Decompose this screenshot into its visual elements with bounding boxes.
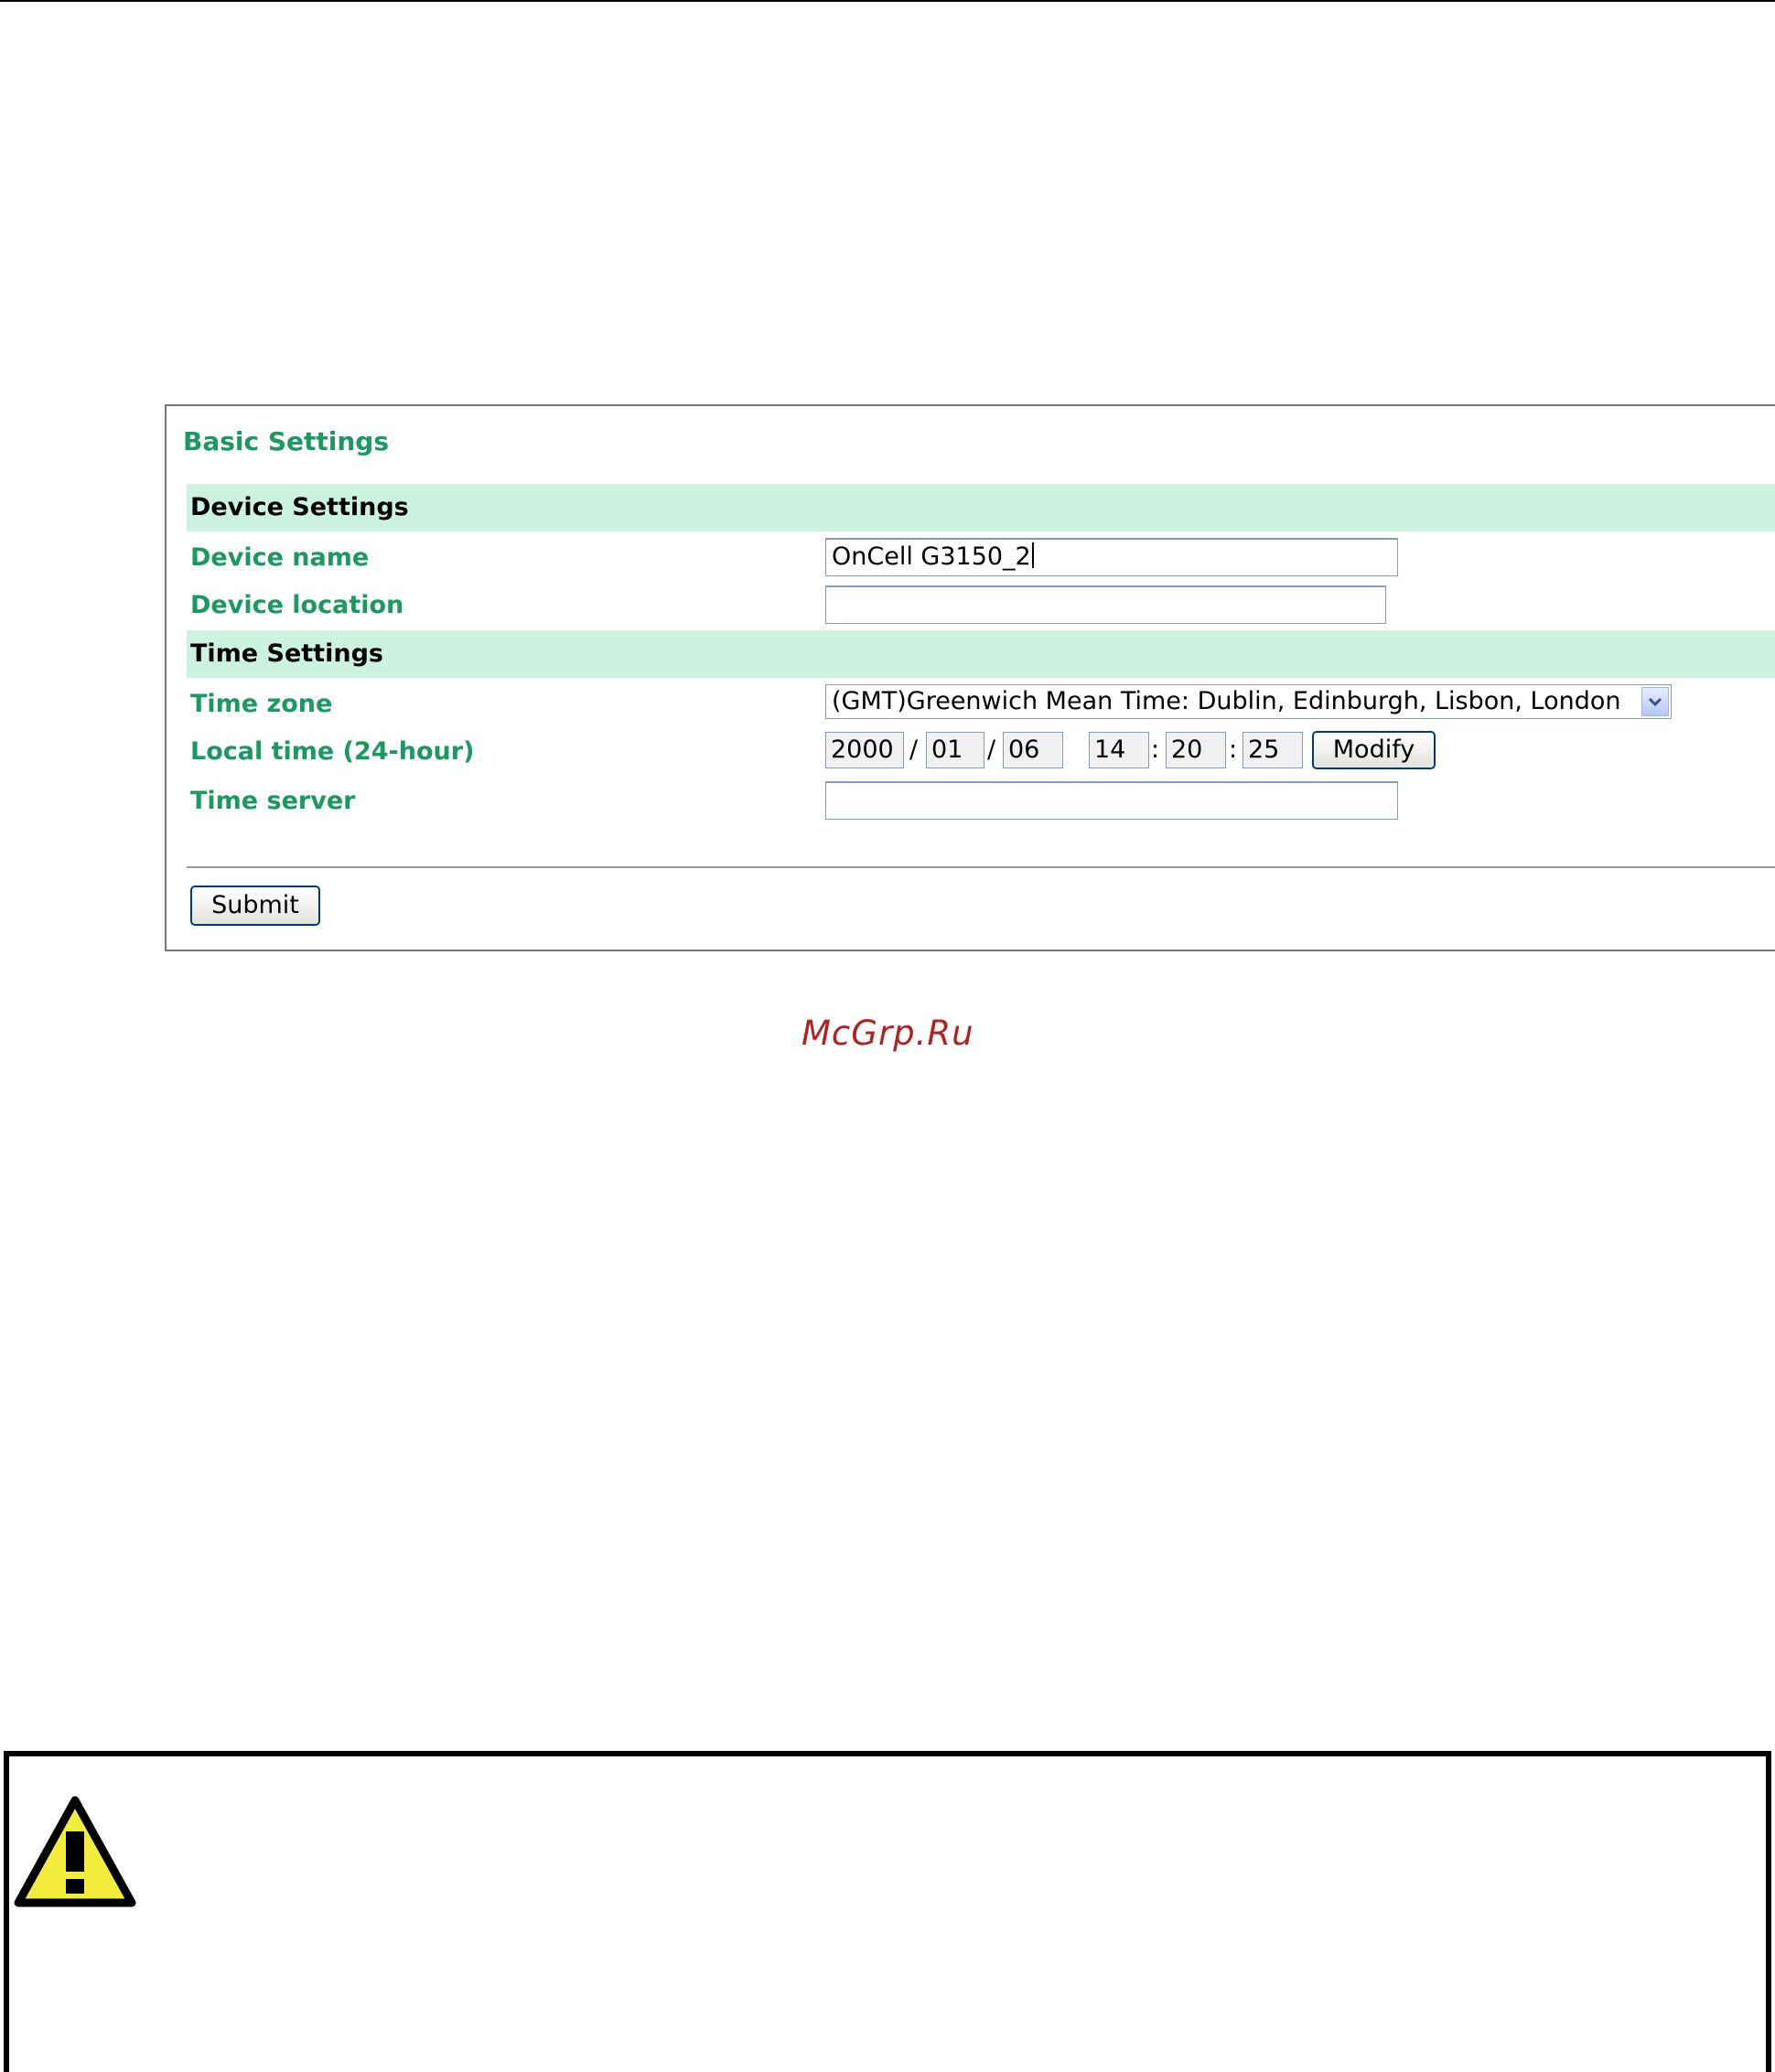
- top-rule: [0, 0, 1775, 2]
- year-field[interactable]: 2000: [825, 732, 904, 768]
- time-separator: :: [1151, 735, 1160, 764]
- device-name-value: OnCell G3150_2: [832, 542, 1031, 571]
- warning-box: [4, 1751, 1771, 2072]
- chevron-down-icon[interactable]: [1641, 687, 1669, 716]
- page-title: Basic Settings: [183, 426, 390, 456]
- section-title: Device Settings: [190, 493, 409, 521]
- basic-settings-panel: Basic Settings Device Settings Device na…: [165, 404, 1775, 951]
- date-separator: /: [987, 735, 996, 764]
- time-separator: :: [1229, 735, 1238, 764]
- minute-field[interactable]: 20: [1166, 732, 1226, 768]
- second-field[interactable]: 25: [1242, 732, 1303, 768]
- device-name-input[interactable]: OnCell G3150_2: [825, 538, 1398, 576]
- device-location-input[interactable]: [825, 585, 1386, 624]
- date-separator: /: [909, 735, 919, 764]
- device-location-label: Device location: [190, 591, 404, 619]
- month-field[interactable]: 01: [926, 732, 984, 768]
- device-settings-header: Device Settings: [187, 484, 1775, 531]
- submit-button[interactable]: Submit: [190, 886, 320, 926]
- section-title: Time Settings: [190, 639, 383, 668]
- text-caret: [1031, 542, 1034, 568]
- modify-button[interactable]: Modify: [1312, 731, 1436, 769]
- watermark-text: McGrp.Ru: [801, 1014, 974, 1053]
- time-settings-header: Time Settings: [187, 630, 1775, 678]
- time-zone-label: Time zone: [190, 690, 333, 718]
- time-server-input[interactable]: [825, 781, 1398, 820]
- warning-triangle-icon: [13, 1795, 137, 1914]
- time-zone-value: (GMT)Greenwich Mean Time: Dublin, Edinbu…: [832, 687, 1621, 715]
- day-field[interactable]: 06: [1003, 732, 1063, 768]
- local-time-label: Local time (24-hour): [190, 737, 475, 766]
- form-divider: [187, 866, 1775, 868]
- time-zone-select[interactable]: (GMT)Greenwich Mean Time: Dublin, Edinbu…: [825, 684, 1672, 719]
- hour-field[interactable]: 14: [1089, 732, 1149, 768]
- time-server-label: Time server: [190, 787, 356, 815]
- device-name-label: Device name: [190, 543, 370, 572]
